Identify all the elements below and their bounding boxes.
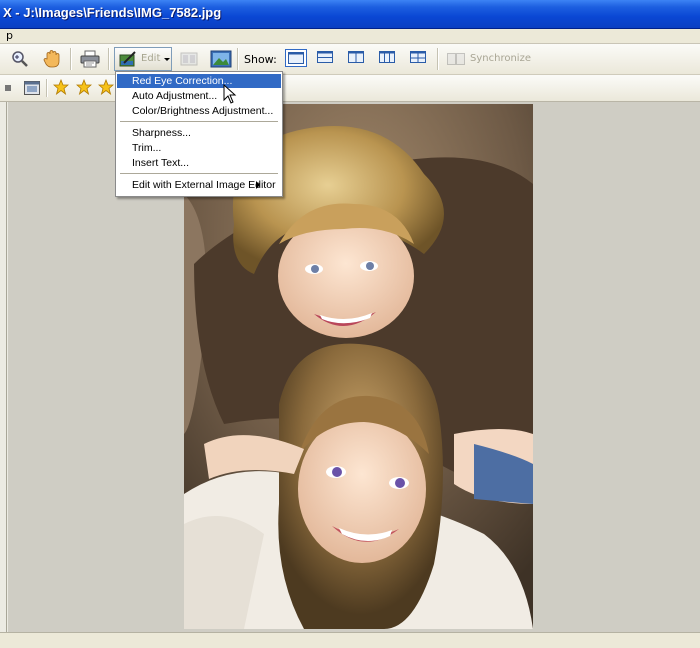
- star-icon[interactable]: [75, 78, 93, 96]
- three-columns-button[interactable]: [377, 49, 399, 67]
- toolbar-separator: [237, 48, 239, 70]
- star-icon[interactable]: [52, 78, 70, 96]
- horizontal-split-button[interactable]: [315, 49, 337, 67]
- window-title: X - J:\Images\Friends\IMG_7582.jpg: [3, 5, 222, 20]
- vertical-split-icon: [348, 51, 364, 63]
- panel-icon[interactable]: [4, 82, 12, 94]
- menu-separator: [120, 173, 278, 174]
- star-icon[interactable]: [97, 78, 115, 96]
- dropdown-arrow-icon[interactable]: [164, 58, 170, 61]
- menu-item-red-eye-correction[interactable]: Red Eye Correction...: [117, 74, 281, 88]
- horizontal-split-icon: [317, 51, 333, 63]
- print-icon[interactable]: [78, 48, 102, 70]
- menu-item-auto-adjustment[interactable]: Auto Adjustment...: [117, 89, 281, 103]
- status-bar: [0, 632, 700, 648]
- menu-item-color-brightness[interactable]: Color/Brightness Adjustment...: [117, 104, 281, 118]
- menu-item-edit-external[interactable]: Edit with External Image Editor: [117, 178, 281, 192]
- edit-button[interactable]: Edit: [114, 47, 172, 71]
- hand-tool-icon[interactable]: [41, 48, 63, 70]
- menu-item-label: Sharpness...: [132, 127, 191, 139]
- menu-item-label: Auto Adjustment...: [132, 90, 218, 102]
- title-bar[interactable]: X - J:\Images\Friends\IMG_7582.jpg: [0, 0, 700, 29]
- toolbar-separator: [437, 48, 439, 70]
- synchronize-label[interactable]: Synchronize: [470, 53, 531, 64]
- toolbar-separator: [70, 48, 72, 70]
- synchronize-icon[interactable]: [445, 50, 467, 68]
- vertical-split-button[interactable]: [346, 49, 368, 67]
- menu-item-label: Color/Brightness Adjustment...: [132, 105, 274, 117]
- show-label: Show:: [244, 53, 277, 66]
- toolbar-separator: [108, 48, 110, 70]
- single-view-button[interactable]: [285, 49, 307, 67]
- menu-item-label: Insert Text...: [132, 157, 189, 169]
- single-view-icon: [288, 52, 304, 64]
- menu-item-insert-text[interactable]: Insert Text...: [117, 156, 281, 170]
- menu-item-label: Edit with External Image Editor: [132, 179, 276, 191]
- four-grid-icon: [410, 51, 426, 63]
- menu-item-sharpness[interactable]: Sharpness...: [117, 126, 281, 140]
- menu-item[interactable]: p: [6, 29, 13, 43]
- zoom-icon[interactable]: [9, 49, 31, 69]
- mouse-cursor-icon: [223, 84, 237, 104]
- menu-separator: [120, 121, 278, 122]
- menu-item-label: Red Eye Correction...: [132, 75, 233, 87]
- window-icon[interactable]: [22, 78, 42, 98]
- menu-item-trim[interactable]: Trim...: [117, 141, 281, 155]
- slideshow-icon[interactable]: [178, 49, 200, 69]
- viewport-border: [6, 102, 7, 632]
- edit-dropdown-menu: Red Eye Correction... Auto Adjustment...…: [115, 71, 283, 197]
- three-columns-icon: [379, 51, 395, 63]
- menu-item-label: Trim...: [132, 142, 162, 154]
- submenu-arrow-icon: [256, 181, 275, 189]
- edit-icon: [119, 51, 136, 67]
- image-icon[interactable]: [208, 48, 234, 70]
- toolbar-separator: [46, 79, 48, 97]
- edit-button-label: Edit: [141, 53, 161, 64]
- four-grid-button[interactable]: [408, 49, 430, 67]
- menu-bar: p: [0, 29, 700, 44]
